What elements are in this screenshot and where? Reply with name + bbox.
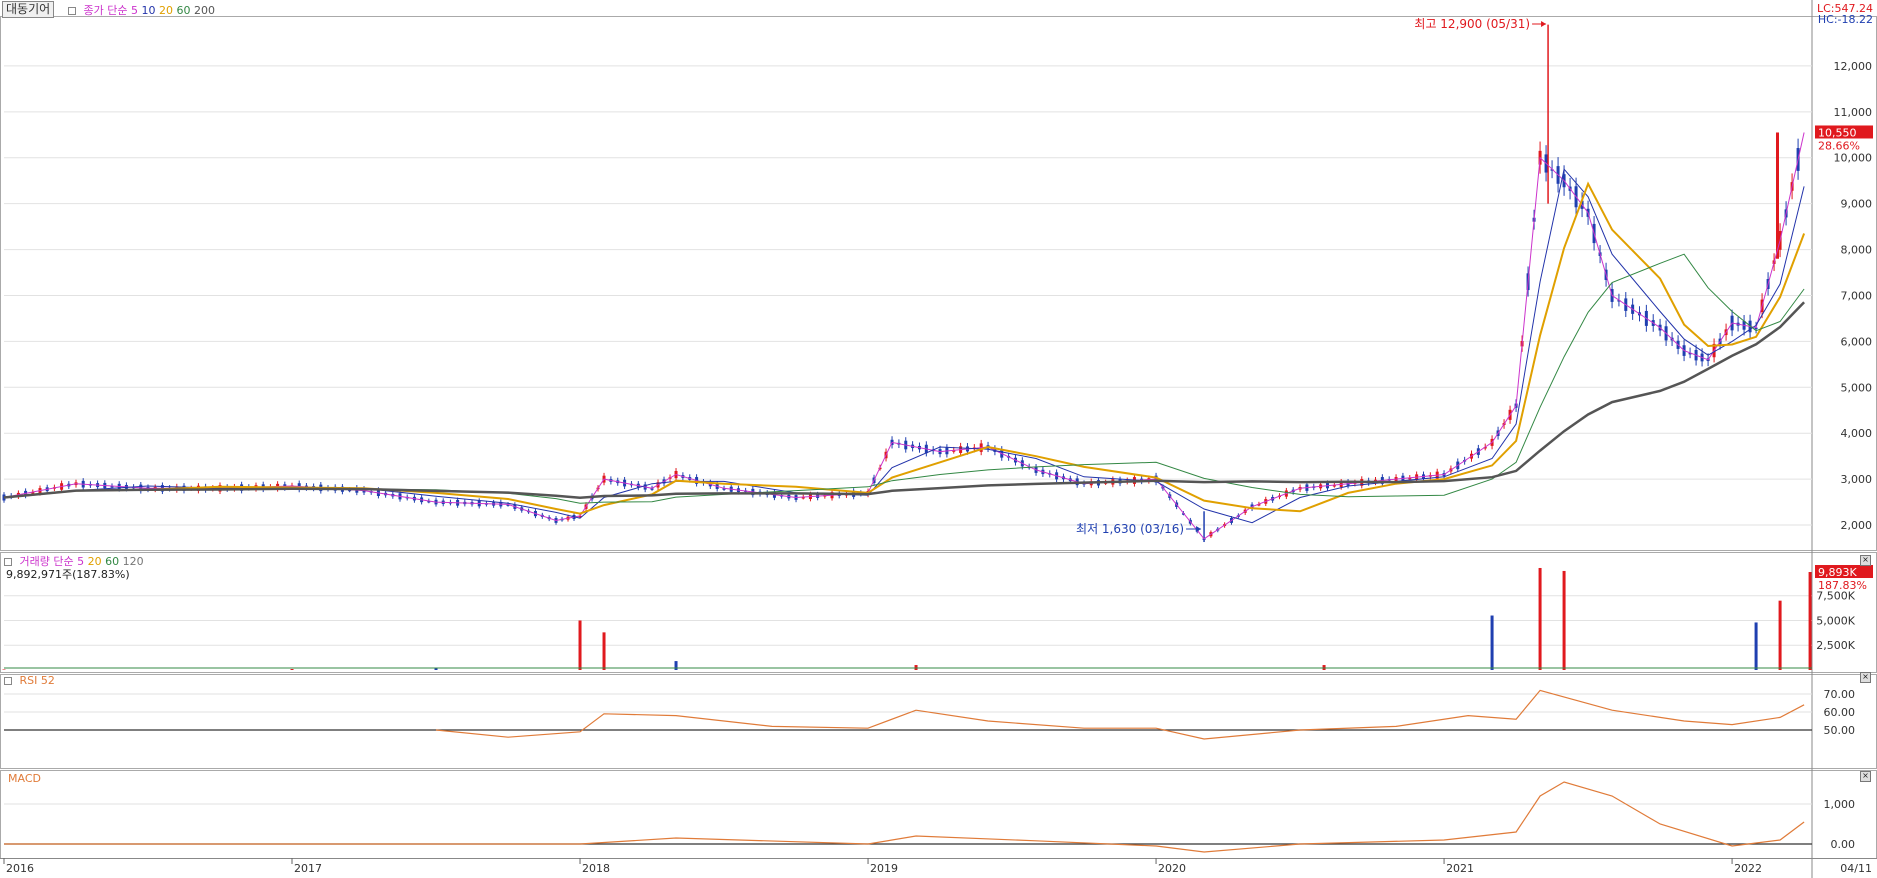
ma-period-60: 60 [176,4,191,17]
rsi-legend-label: RSI 52 [19,674,55,687]
price-ma-label: 단순 [107,4,128,17]
price-legend-toggle-icon[interactable] [68,7,76,15]
volume-bar [290,669,294,670]
price-legend-label: 종가 [83,4,104,17]
price-y-tick: 5,000 [1841,381,1873,394]
macd-panel-frame [0,770,1877,859]
rsi-y-tick: 70.00 [1824,688,1856,701]
volume-bar [1754,622,1758,670]
ma200-line [3,301,1805,499]
volume-bar [1490,615,1494,670]
rsi-line [435,689,1805,740]
stock-name-button[interactable]: 대동기어 [2,1,55,18]
volume-legend-toggle-icon[interactable] [4,558,12,566]
volume-panel-close-icon[interactable]: × [1860,555,1871,566]
current-price-value: 10,550 [1818,126,1857,139]
hc-readout: HC:-18.22 [1818,13,1873,26]
price-y-tick: 11,000 [1834,106,1873,119]
price-y-tick: 8,000 [1841,244,1873,257]
volume-panel-frame [0,552,1877,673]
volume-bar [674,661,678,670]
ma-period-5: 5 [131,4,138,17]
last-candle [1776,132,1779,259]
price-y-tick: 7,000 [1841,289,1873,302]
ma5-line [3,132,1805,540]
rsi-legend-toggle-icon[interactable] [4,677,12,685]
volume-bar [578,620,582,670]
price-y-tick: 2,000 [1841,519,1873,532]
stock-chart: 12,000 11,000 10,000 9,000 8,000 7,000 6,000 5,… [0,0,1877,878]
volume-y-tick: 2,500K [1816,639,1855,652]
rsi-y-tick: 60.00 [1824,706,1856,719]
price-y-tick: 9,000 [1841,198,1873,211]
volume-bar [1562,570,1566,670]
price-panel-frame [0,16,1877,551]
ma60-line [3,253,1805,504]
x-axis-label: 2020 [1158,862,1186,875]
x-axis-label: 2022 [1734,862,1762,875]
price-y-tick: 6,000 [1841,335,1873,348]
current-volume-badge-change: 187.83% [1818,579,1867,592]
volume-y-tick: 5,000K [1816,614,1855,627]
rsi-panel-frame [0,674,1877,769]
rsi-panel-close-icon[interactable]: × [1860,672,1871,683]
current-volume-badge-value: 9,893K [1818,566,1857,579]
current-volume-readout: 9,892,971주(187.83%) [6,568,130,581]
price-y-tick: 4,000 [1841,427,1873,440]
x-axis-label: 2019 [870,862,898,875]
rsi-legend: RSI 52 [4,674,55,687]
macd-panel-close-icon[interactable]: × [1860,771,1871,782]
high-arrow-head [1541,21,1547,27]
x-axis-label: 2018 [582,862,610,875]
low-price-annotation: 최저 1,630 (03/16) [1076,522,1184,536]
current-price-change: 28.66% [1818,139,1860,152]
macd-legend-label: MACD [8,772,41,785]
price-y-tick: 10,000 [1834,152,1873,165]
volume-bar [1538,567,1542,670]
volume-bar [602,632,606,670]
ma-period-20: 20 [159,4,173,17]
ma-period-200: 200 [194,4,215,17]
x-axis-label: 2017 [294,862,322,875]
macd-y-tick: 0.00 [1831,838,1856,851]
volume-bar [1778,600,1782,670]
macd-y-tick: 1,000 [1824,798,1856,811]
x-axis-end-label: 04/11 [1840,862,1872,875]
x-axis-label: 2021 [1446,862,1474,875]
price-y-tick: 3,000 [1841,473,1873,486]
rsi-y-tick: 50.00 [1824,724,1856,737]
x-axis-label: 2016 [6,862,34,875]
ma20-line [3,181,1806,515]
price-legend: 종가 단순 5 10 20 60 200 [68,2,215,18]
volume-bar [1808,572,1812,670]
high-price-annotation: 최고 12,900 (05/31) [1414,17,1530,31]
price-y-tick: 12,000 [1834,60,1873,73]
macd-line [4,781,1805,853]
ma-period-10: 10 [141,4,156,17]
